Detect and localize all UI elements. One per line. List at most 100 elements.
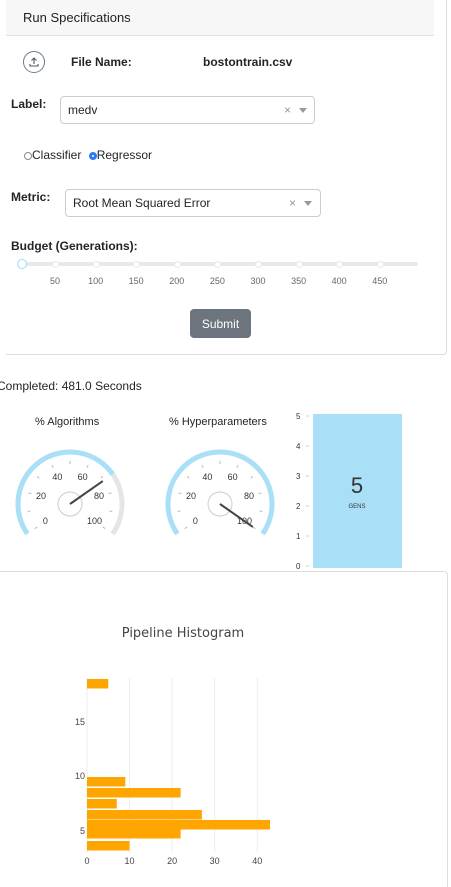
gauge-tick — [259, 510, 263, 512]
label-select[interactable]: medv × — [60, 96, 315, 124]
gauge-tick — [186, 475, 190, 479]
classifier-label: Classifier — [32, 148, 82, 162]
slider-dot — [255, 261, 262, 268]
hyperparameters-gauge: 020406080100 — [165, 449, 275, 536]
gauge-tick-label: 0 — [193, 516, 198, 526]
metric-select[interactable]: Root Mean Squared Error × — [65, 189, 321, 217]
histogram-bar — [87, 810, 202, 820]
label-select-value: medv — [68, 103, 98, 117]
histogram-bar — [87, 799, 117, 809]
clear-icon[interactable]: × — [289, 196, 296, 210]
hyperparameters-gauge-title: % Hyperparameters — [169, 416, 267, 428]
gauge-tick — [36, 475, 40, 479]
gauge-tick-label: 0 — [43, 516, 48, 526]
gauge-tick — [34, 526, 38, 530]
slider-dot — [92, 261, 100, 268]
slider-dot — [173, 261, 181, 268]
gauge-tick — [28, 492, 32, 495]
gauge-tick — [201, 464, 204, 468]
slider-mark-250: 250 — [209, 276, 225, 286]
submit-button[interactable]: Submit — [190, 309, 251, 338]
gens-scale-label: 4 — [296, 442, 301, 451]
regressor-label: Regressor — [96, 148, 153, 162]
gauge-tick — [252, 526, 256, 530]
upload-icon — [29, 57, 39, 67]
gauge-tick-label: 60 — [78, 472, 88, 482]
gauge-tick-label: 80 — [244, 491, 254, 501]
gauge-tick — [184, 526, 188, 530]
gauge-tick — [27, 510, 31, 512]
algorithms-gauge: 0 20 40 60 80 100 — [15, 449, 125, 536]
x-tick-label: 30 — [210, 856, 220, 866]
file-name-value: bostontrain.csv — [203, 55, 293, 69]
gauge-tick — [102, 526, 106, 530]
metric-select-value: Root Mean Squared Error — [73, 196, 211, 210]
card-title: Run Specifications — [23, 10, 131, 25]
slider-mark-300: 300 — [250, 276, 266, 286]
histogram-bar — [87, 829, 181, 839]
card-header: Run Specifications — [6, 0, 434, 36]
gauge-tick-label: 20 — [186, 491, 196, 501]
gauge-tick — [178, 492, 182, 495]
clear-icon[interactable]: × — [284, 103, 291, 117]
gauge-tick — [86, 464, 89, 468]
slider-dot — [376, 261, 384, 268]
file-name-label: File Name: — [71, 55, 132, 69]
histogram-bar — [87, 841, 130, 851]
histogram-bar — [87, 679, 109, 689]
x-tick-label: 20 — [167, 856, 177, 866]
chevron-down-icon[interactable] — [304, 201, 312, 206]
slider-mark-350: 350 — [291, 276, 307, 286]
gens-scale-label: 5 — [296, 412, 301, 421]
x-tick-label: 0 — [84, 856, 89, 866]
algorithms-gauge-title: % Algorithms — [35, 416, 100, 428]
gauge-tick — [108, 492, 112, 495]
gauge-tick — [236, 464, 239, 468]
histogram-bar — [87, 788, 181, 798]
y-tick-label: 10 — [75, 771, 85, 781]
gens-scale-label: 1 — [296, 532, 301, 541]
budget-slider-handle[interactable] — [17, 259, 27, 269]
slider-mark-400: 400 — [331, 276, 347, 286]
generations-unit: GENS — [348, 504, 365, 510]
gauge-tick — [250, 475, 254, 479]
upload-button[interactable] — [23, 51, 45, 73]
regressor-radio[interactable] — [88, 152, 97, 160]
chevron-down-icon[interactable] — [299, 108, 307, 113]
x-tick-label: 10 — [125, 856, 135, 866]
gauge-tick-label: 60 — [228, 472, 238, 482]
gens-scale-label: 3 — [296, 472, 301, 481]
classifier-radio[interactable] — [24, 152, 32, 160]
gauge-tick-label: 40 — [52, 472, 62, 482]
generations-value: 5 — [351, 473, 363, 498]
run-specifications-card: Run Specifications — [6, 0, 447, 355]
gens-scale-label: 2 — [296, 502, 301, 511]
gauge-tick — [109, 510, 113, 512]
metric-field-label: Metric: — [11, 190, 51, 204]
histogram-bar — [87, 777, 126, 787]
budget-label: Budget (Generations): — [11, 239, 138, 253]
slider-dot — [295, 261, 303, 268]
generations-bar: 5 GENS 5 4 3 2 1 0 — [296, 412, 402, 571]
slider-mark-450: 450 — [372, 276, 388, 286]
gauge-tick-label: 100 — [87, 516, 102, 526]
histogram-bar — [87, 820, 270, 830]
gauge-tick-label: 20 — [36, 491, 46, 501]
slider-mark-50: 50 — [49, 276, 60, 286]
gauge-tick-label: 80 — [94, 491, 104, 501]
x-tick-label: 40 — [252, 856, 262, 866]
gauge-tick — [177, 510, 181, 512]
gauge-tick — [51, 464, 54, 468]
slider-mark-150: 150 — [128, 276, 144, 286]
y-tick-label: 5 — [80, 826, 85, 836]
chart-title: Pipeline Histogram — [122, 626, 244, 641]
gauge-tick — [100, 475, 104, 479]
completed-status: Completed: 481.0 Seconds — [0, 379, 142, 393]
slider-dot — [52, 261, 59, 268]
gens-scale-label: 0 — [296, 562, 301, 571]
pipeline-histogram-chart: Pipeline Histogram 0 10 20 30 40 5 10 15 — [75, 626, 270, 866]
gauge-tick-label: 40 — [202, 472, 212, 482]
gauge-tick — [258, 492, 262, 495]
slider-mark-100: 100 — [88, 276, 104, 286]
slider-mark-200: 200 — [169, 276, 185, 286]
